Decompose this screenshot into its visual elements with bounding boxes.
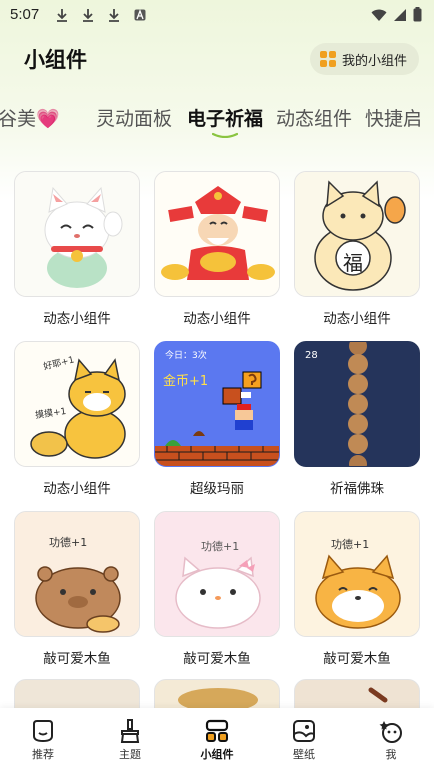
nav-label: 小组件	[200, 748, 234, 761]
brush-icon	[120, 719, 140, 743]
widget-thumbnail	[14, 171, 140, 297]
widget-thumbnail: 28	[294, 341, 420, 467]
nav-recommend[interactable]: 推荐	[13, 718, 73, 762]
download-icon	[109, 9, 119, 22]
widget-thumbnail: 福	[294, 171, 420, 297]
widget-card[interactable]: 动态小组件	[14, 171, 140, 327]
nav-wallpaper[interactable]: 壁纸	[274, 718, 334, 762]
profile-icon	[379, 721, 402, 743]
merit-text: 功德+1	[49, 536, 88, 549]
signal-icon	[394, 8, 406, 21]
widget-label: 敲可爱木鱼	[323, 651, 391, 667]
widget-card[interactable]: 功德+1 敲可爱木鱼	[14, 511, 140, 667]
notification-a-icon	[134, 9, 146, 21]
tab-dynamic-panel[interactable]: 灵动面板	[96, 104, 172, 131]
widget-card[interactable]: 功德+1 敲可爱木鱼	[294, 511, 420, 667]
battery-icon	[413, 7, 422, 22]
mario-coin-text: 金币+1	[163, 374, 209, 389]
lucky-cat-fortune-image	[295, 172, 419, 296]
widget-thumbnail: 今日：3次 金币+1	[154, 341, 280, 467]
status-bar: 5:07	[0, 0, 434, 30]
shiba-image	[295, 512, 419, 636]
widget-thumbnail: 功德+1	[14, 511, 140, 637]
merit-text: 功德+1	[331, 538, 370, 551]
widgets-nav-icon	[205, 719, 229, 742]
nav-label: 我	[385, 748, 397, 761]
my-widgets-label: 我的小组件	[341, 53, 407, 69]
nav-me[interactable]: 我	[361, 718, 421, 762]
download-icon	[57, 9, 67, 22]
tab-electronic-blessing[interactable]: 电子祈福	[187, 104, 263, 131]
widget-label: 动态小组件	[43, 311, 111, 327]
wallpaper-icon	[293, 720, 315, 742]
white-kitty-image	[155, 512, 279, 636]
status-time: 5:07	[10, 6, 40, 23]
fortune-character: 福	[343, 251, 363, 275]
widget-thumbnail: 功德+1	[154, 511, 280, 637]
status-indicators	[371, 7, 422, 22]
tab-dynamic-widgets[interactable]: 动态组件	[276, 104, 352, 131]
widget-card[interactable]: 好耶+1 摸摸+1 动态小组件	[14, 341, 140, 497]
widget-label: 动态小组件	[43, 481, 111, 497]
capybara-image	[15, 512, 139, 636]
recommend-icon	[33, 720, 53, 743]
download-icon	[83, 9, 93, 22]
widget-label: 动态小组件	[183, 311, 251, 327]
page-title: 小组件	[24, 48, 87, 72]
widget-card[interactable]: 福 动态小组件	[294, 171, 420, 327]
lucky-cat-white-image	[15, 172, 139, 296]
widget-thumbnail: 功德+1	[294, 511, 420, 637]
widget-label: 祈福佛珠	[330, 481, 384, 497]
bead-count: 28	[305, 350, 318, 361]
nav-label: 壁纸	[293, 748, 315, 761]
widget-label: 敲可爱木鱼	[43, 651, 111, 667]
mario-counter: 今日：3次	[165, 351, 207, 361]
widget-thumbnail: 好耶+1 摸摸+1	[14, 341, 140, 467]
active-tab-indicator	[212, 132, 238, 138]
nav-themes[interactable]: 主题	[100, 718, 160, 762]
nav-label: 推荐	[32, 748, 54, 761]
widget-label: 动态小组件	[323, 311, 391, 327]
widget-card[interactable]: 功德+1 敲可爱木鱼	[154, 511, 280, 667]
god-of-wealth-image	[155, 172, 279, 296]
my-widgets-button[interactable]: 我的小组件	[309, 43, 419, 75]
tab-gumei[interactable]: 谷美💗	[0, 104, 60, 131]
widget-card[interactable]: 今日：3次 金币+1 超级玛丽	[154, 341, 280, 497]
yellow-dog-image	[15, 342, 139, 466]
widget-card[interactable]: 28 祈福佛珠	[294, 341, 420, 497]
merit-text: 功德+1	[201, 540, 240, 553]
tab-quick-launch[interactable]: 快捷启	[365, 104, 422, 131]
wifi-icon	[371, 9, 387, 21]
nav-widgets[interactable]: 小组件	[187, 718, 247, 762]
bottom-nav: 推荐 主题 小组件 壁纸 我	[0, 708, 434, 773]
widget-label: 超级玛丽	[190, 481, 244, 497]
widgets-icon	[319, 51, 336, 67]
widget-label: 敲可爱木鱼	[183, 651, 251, 667]
widget-card[interactable]: 动态小组件	[154, 171, 280, 327]
nav-label: 主题	[119, 748, 141, 761]
widget-thumbnail	[154, 171, 280, 297]
